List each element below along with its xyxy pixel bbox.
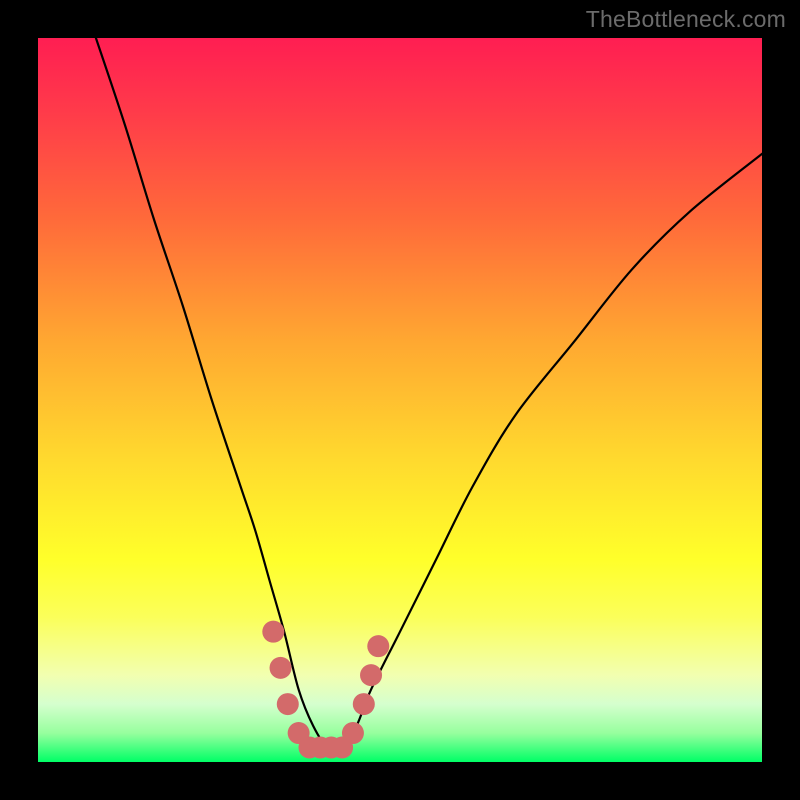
highlight-dot [277,693,299,715]
highlight-dot [262,621,284,643]
highlight-dot [360,664,382,686]
chart-container: TheBottleneck.com [0,0,800,800]
curve-layer [38,38,762,762]
highlight-dot [367,635,389,657]
highlight-dot [270,657,292,679]
plot-area [38,38,762,762]
highlight-dot [353,693,375,715]
bottleneck-curve-path [96,38,762,750]
highlight-dot [342,722,364,744]
watermark-label: TheBottleneck.com [586,6,786,33]
